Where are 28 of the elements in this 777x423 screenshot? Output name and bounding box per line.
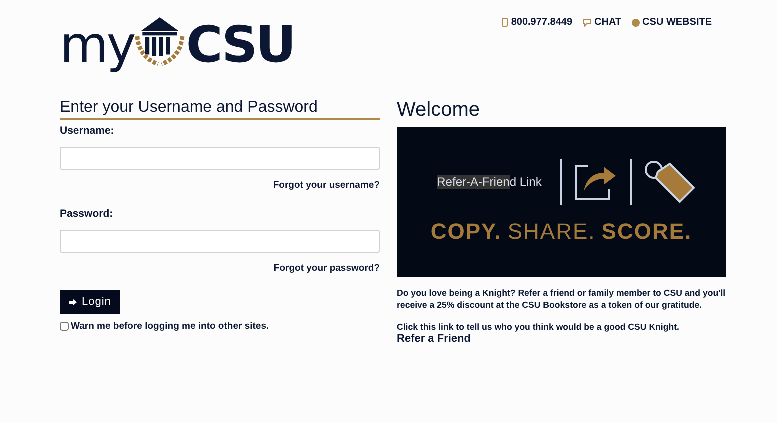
- form-heading: Enter your Username and Password: [60, 99, 380, 120]
- forgot-link[interactable]: Forgot your username?: [273, 180, 380, 191]
- banner-text: SCORE.: [602, 219, 692, 245]
- banner-text: Refer-A-Friend Link: [437, 175, 542, 189]
- refer-link[interactable]: Refer a Friend: [397, 333, 471, 345]
- sign-in-icon: [69, 298, 78, 306]
- checkbox-label: Warn me before logging me into other sites.: [71, 321, 270, 332]
- field-label: Username:: [60, 125, 116, 137]
- price-tag-icon: [644, 160, 696, 204]
- nav-link[interactable]: CSU WEBSITE: [632, 17, 712, 28]
- logo-text: my: [60, 20, 134, 70]
- field-label: Password:: [60, 208, 114, 220]
- welcome-heading: Welcome: [397, 99, 481, 122]
- chat-icon: [582, 18, 592, 26]
- nav-link[interactable]: 800.977.8449: [502, 17, 573, 28]
- banner-text: SHARE.: [508, 219, 596, 245]
- login-button[interactable]: Login: [60, 290, 120, 314]
- password-field[interactable]: [60, 230, 380, 253]
- banner-text: COPY.: [430, 219, 502, 245]
- phone-icon: [502, 18, 508, 27]
- logo-text: CSU: [186, 20, 295, 70]
- username-field[interactable]: [60, 147, 380, 170]
- promo-text: Click this link to tell us who you think would be a good CSU Knight.: [397, 322, 680, 332]
- forgot-link[interactable]: Forgot your password?: [274, 263, 380, 274]
- nav-link[interactable]: CHAT: [582, 17, 622, 28]
- promo-paragraph: Do you love being a Knight? Refer a friend or family member to CSU and you'll receive a 25% discount at the CSU Bookstore as a token of our gratitude.: [397, 287, 726, 311]
- warn-checkbox[interactable]: [60, 322, 69, 331]
- share-icon: [574, 163, 618, 201]
